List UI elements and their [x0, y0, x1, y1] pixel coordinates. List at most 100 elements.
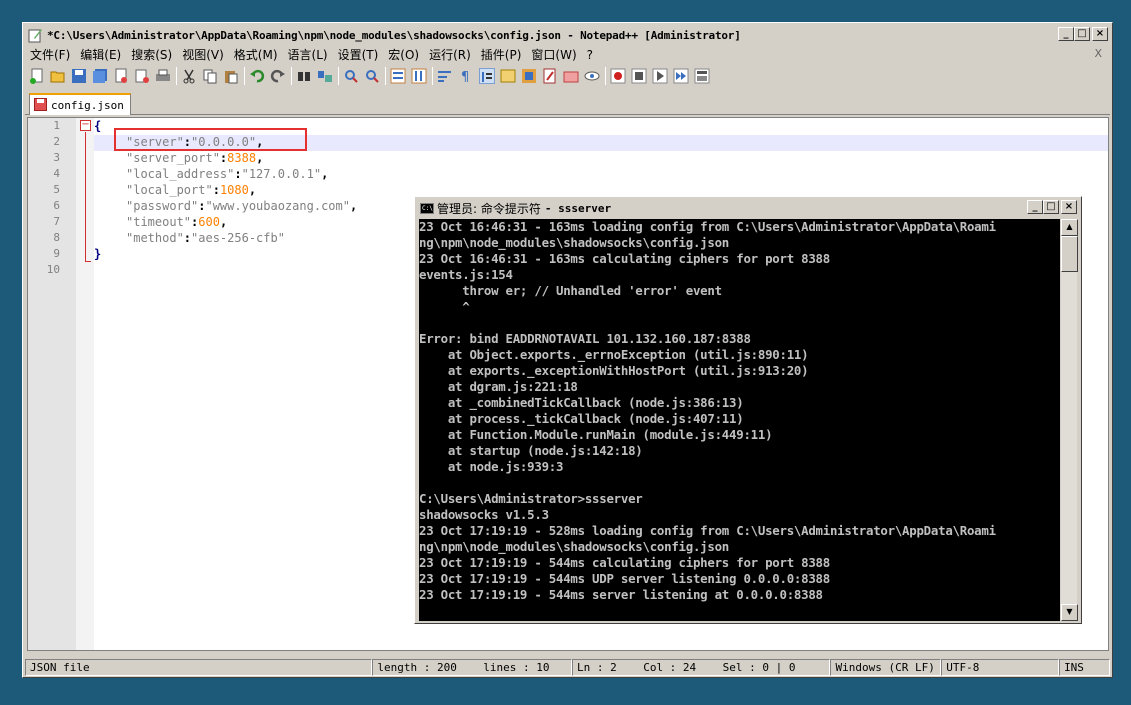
toolbar-separator: [176, 67, 177, 85]
tab-label: config.json: [51, 98, 124, 112]
toolbar-separator: [291, 67, 292, 85]
undo-icon[interactable]: [249, 68, 265, 84]
highlight-box: [114, 128, 307, 151]
close-button[interactable]: ×: [1092, 27, 1108, 41]
menu-file[interactable]: 文件(F): [25, 46, 75, 63]
redo-icon[interactable]: [270, 68, 286, 84]
close-doc-icon[interactable]: X: [1094, 47, 1102, 60]
scroll-thumb[interactable]: [1061, 236, 1078, 272]
cut-icon[interactable]: [181, 68, 197, 84]
line-number-gutter: 1 2 3 4 5 6 7 8 9 10: [28, 118, 76, 650]
menu-edit[interactable]: 编辑(E): [75, 46, 126, 63]
console-line: ng\npm\node_modules\shadowsocks\config.j…: [419, 539, 730, 554]
console-line: 23 Oct 17:19:19 - 528ms loading config f…: [419, 523, 996, 538]
menu-search[interactable]: 搜索(S): [126, 46, 177, 63]
maximize-button[interactable]: □: [1074, 27, 1090, 41]
console-line: C:\Users\Administrator>ssserver: [419, 491, 643, 506]
scroll-down-icon[interactable]: ▼: [1061, 604, 1078, 621]
line-number: 2: [53, 135, 60, 148]
cmd-title-bar[interactable]: C:\ 管理员: 命令提示符 - ssserver _ □ ×: [417, 199, 1079, 217]
find-icon[interactable]: [296, 68, 312, 84]
code-line-7: "timeout":600,: [126, 215, 228, 229]
minimize-button[interactable]: _: [1027, 200, 1043, 214]
console-line: at _combinedTickCallback (node.js:386:13…: [419, 395, 744, 410]
line-number: 9: [53, 247, 60, 260]
record-macro-icon[interactable]: [610, 68, 626, 84]
console-line: 23 Oct 17:19:19 - 544ms UDP server liste…: [419, 571, 830, 586]
show-all-chars-icon[interactable]: ¶: [458, 68, 474, 85]
paste-icon[interactable]: [223, 68, 239, 84]
minimize-button[interactable]: _: [1058, 27, 1074, 41]
console-line: throw er; // Unhandled 'error' event: [419, 283, 722, 298]
open-file-icon[interactable]: [50, 68, 66, 84]
line-number: 10: [46, 263, 60, 276]
line-number: 1: [53, 119, 60, 132]
save-all-icon[interactable]: [92, 68, 108, 84]
zoom-in-icon[interactable]: [343, 68, 359, 84]
print-icon[interactable]: [155, 68, 171, 84]
menu-macro[interactable]: 宏(O): [383, 46, 424, 63]
menu-view[interactable]: 视图(V): [177, 46, 229, 63]
console-line: 23 Oct 17:19:19 - 544ms calculating ciph…: [419, 555, 830, 570]
status-eol: Windows (CR LF): [830, 659, 942, 676]
npp-title-bar[interactable]: *C:\Users\Administrator\AppData\Roaming\…: [25, 25, 1110, 45]
console-line: at Object.exports._errnoException (util.…: [419, 347, 809, 362]
status-position: Ln : 2 Col : 24 Sel : 0 | 0: [571, 659, 831, 676]
status-mode: INS: [1059, 659, 1110, 676]
menu-language[interactable]: 语言(L): [283, 46, 333, 63]
toolbar-separator: [338, 67, 339, 85]
indent-guide-icon[interactable]: [479, 68, 495, 84]
menu-window[interactable]: 窗口(W): [526, 46, 581, 63]
zoom-out-icon[interactable]: [364, 68, 380, 84]
replace-icon[interactable]: [317, 68, 333, 84]
save-icon: [34, 96, 47, 115]
close-all-icon[interactable]: [134, 68, 150, 84]
fold-line: [85, 132, 86, 262]
console-scrollbar[interactable]: ▲ ▼: [1060, 219, 1078, 621]
sync-v-scroll-icon[interactable]: [390, 68, 406, 84]
console-line: at process._tickCallback (node.js:407:11…: [419, 411, 744, 426]
tab-bar: config.json: [25, 91, 1110, 115]
function-list-icon[interactable]: [542, 68, 558, 84]
fold-toggle-icon[interactable]: −: [80, 120, 91, 131]
scroll-up-icon[interactable]: ▲: [1061, 219, 1078, 236]
word-wrap-icon[interactable]: [437, 68, 453, 84]
close-button[interactable]: ×: [1061, 200, 1077, 214]
user-lang-icon[interactable]: [500, 68, 516, 84]
doc-map-icon[interactable]: [521, 68, 537, 84]
menu-settings[interactable]: 设置(T): [333, 46, 384, 63]
menu-run[interactable]: 运行(R): [424, 46, 476, 63]
save-icon[interactable]: [71, 68, 87, 84]
save-macro-icon[interactable]: [694, 68, 710, 84]
line-number: 5: [53, 183, 60, 196]
play-macro-icon[interactable]: [652, 68, 668, 84]
new-file-icon[interactable]: [29, 68, 45, 84]
console-line: 23 Oct 17:19:19 - 544ms server listening…: [419, 587, 823, 602]
menu-bar: 文件(F) 编辑(E) 搜索(S) 视图(V) 格式(M) 语言(L) 设置(T…: [25, 45, 1110, 64]
menu-plugins[interactable]: 插件(P): [476, 46, 527, 63]
status-encoding: UTF-8: [941, 659, 1060, 676]
toolbar-separator: [605, 67, 606, 85]
menu-help[interactable]: ?: [582, 48, 598, 62]
console-line: ^: [419, 299, 470, 314]
maximize-button[interactable]: □: [1043, 200, 1059, 214]
line-number: 8: [53, 231, 60, 244]
tab-config-json[interactable]: config.json: [29, 93, 131, 115]
close-file-icon[interactable]: [113, 68, 129, 84]
code-line-5: "local_port":1080,: [126, 183, 257, 197]
console-line: 23 Oct 16:46:31 - 163ms loading config f…: [419, 219, 996, 234]
folder-workspace-icon[interactable]: [563, 68, 579, 84]
line-number: 7: [53, 215, 60, 228]
menu-format[interactable]: 格式(M): [229, 46, 283, 63]
play-multiple-macro-icon[interactable]: [673, 68, 689, 84]
monitoring-icon[interactable]: [584, 68, 600, 84]
console-output[interactable]: 23 Oct 16:46:31 - 163ms loading config f…: [419, 219, 1060, 621]
sync-h-scroll-icon[interactable]: [411, 68, 427, 84]
console-line: at exports._exceptionWithHostPort (util.…: [419, 363, 809, 378]
stop-macro-icon[interactable]: [631, 68, 647, 84]
copy-icon[interactable]: [202, 68, 218, 84]
console-line: at dgram.js:221:18: [419, 379, 578, 394]
console-line: at node.js:939:3: [419, 459, 564, 474]
